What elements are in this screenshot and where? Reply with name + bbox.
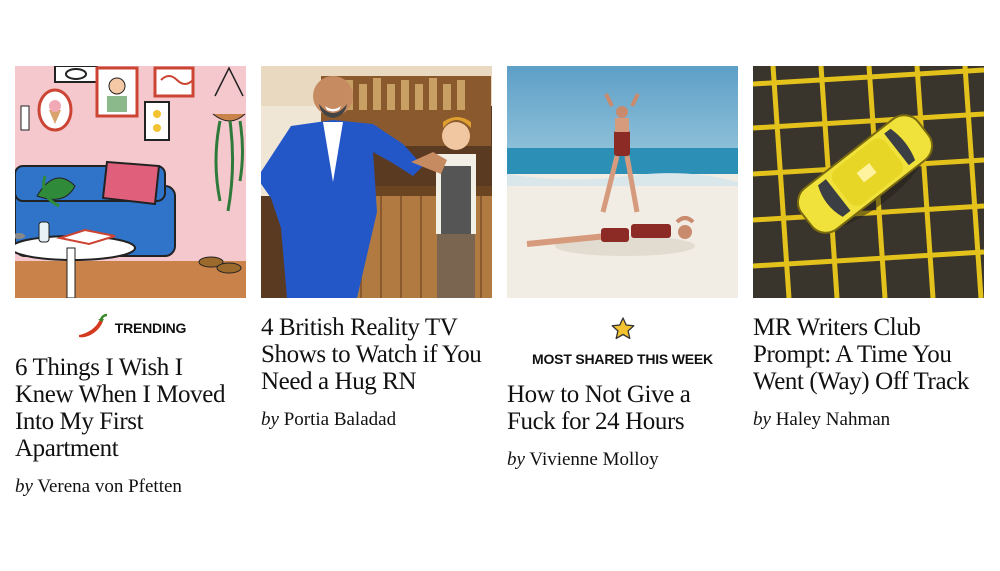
badge-label: TRENDING (114, 320, 187, 336)
article-grid: TRENDING 6 Things I Wish I Knew When I M… (15, 66, 985, 546)
article-title[interactable]: 6 Things I Wish I Knew When I Moved Into… (15, 354, 246, 462)
article-card: 4 British Reality TV Shows to Watch if Y… (261, 66, 492, 431)
author-link[interactable]: Vivienne Molloy (529, 449, 658, 470)
byline-prefix: by (261, 409, 279, 430)
article-byline: by Vivienne Molloy (507, 449, 738, 471)
article-title[interactable]: 4 British Reality TV Shows to Watch if Y… (261, 314, 492, 395)
article-thumbnail-apartment-illustration[interactable] (15, 66, 246, 298)
author-link[interactable]: Haley Nahman (776, 409, 890, 430)
chili-pepper-icon (75, 313, 109, 344)
article-thumbnail-taxi-grid[interactable] (753, 66, 984, 298)
author-link[interactable]: Portia Baladad (284, 409, 396, 430)
article-card: MR Writers Club Prompt: A Time You Went … (753, 66, 984, 431)
article-title[interactable]: MR Writers Club Prompt: A Time You Went … (753, 314, 984, 395)
author-link[interactable]: Verena von Pfetten (37, 476, 182, 497)
article-card: TRENDING 6 Things I Wish I Knew When I M… (15, 66, 246, 498)
byline-prefix: by (753, 409, 771, 430)
most-shared-badge: MOST SHARED THIS WEEK (507, 316, 738, 367)
article-title[interactable]: How to Not Give a Fuck for 24 Hours (507, 381, 738, 435)
article-thumbnail-reality-tv-host[interactable] (261, 66, 492, 298)
star-icon (610, 316, 636, 345)
byline-prefix: by (507, 449, 525, 470)
article-byline: by Verena von Pfetten (15, 476, 246, 498)
trending-badge: TRENDING (15, 313, 246, 344)
article-card: MOST SHARED THIS WEEK How to Not Give a … (507, 66, 738, 471)
article-thumbnail-beach-women[interactable] (507, 66, 738, 298)
badge-label: MOST SHARED THIS WEEK (532, 351, 713, 367)
article-byline: by Haley Nahman (753, 409, 984, 431)
byline-prefix: by (15, 476, 33, 497)
article-byline: by Portia Baladad (261, 409, 492, 431)
